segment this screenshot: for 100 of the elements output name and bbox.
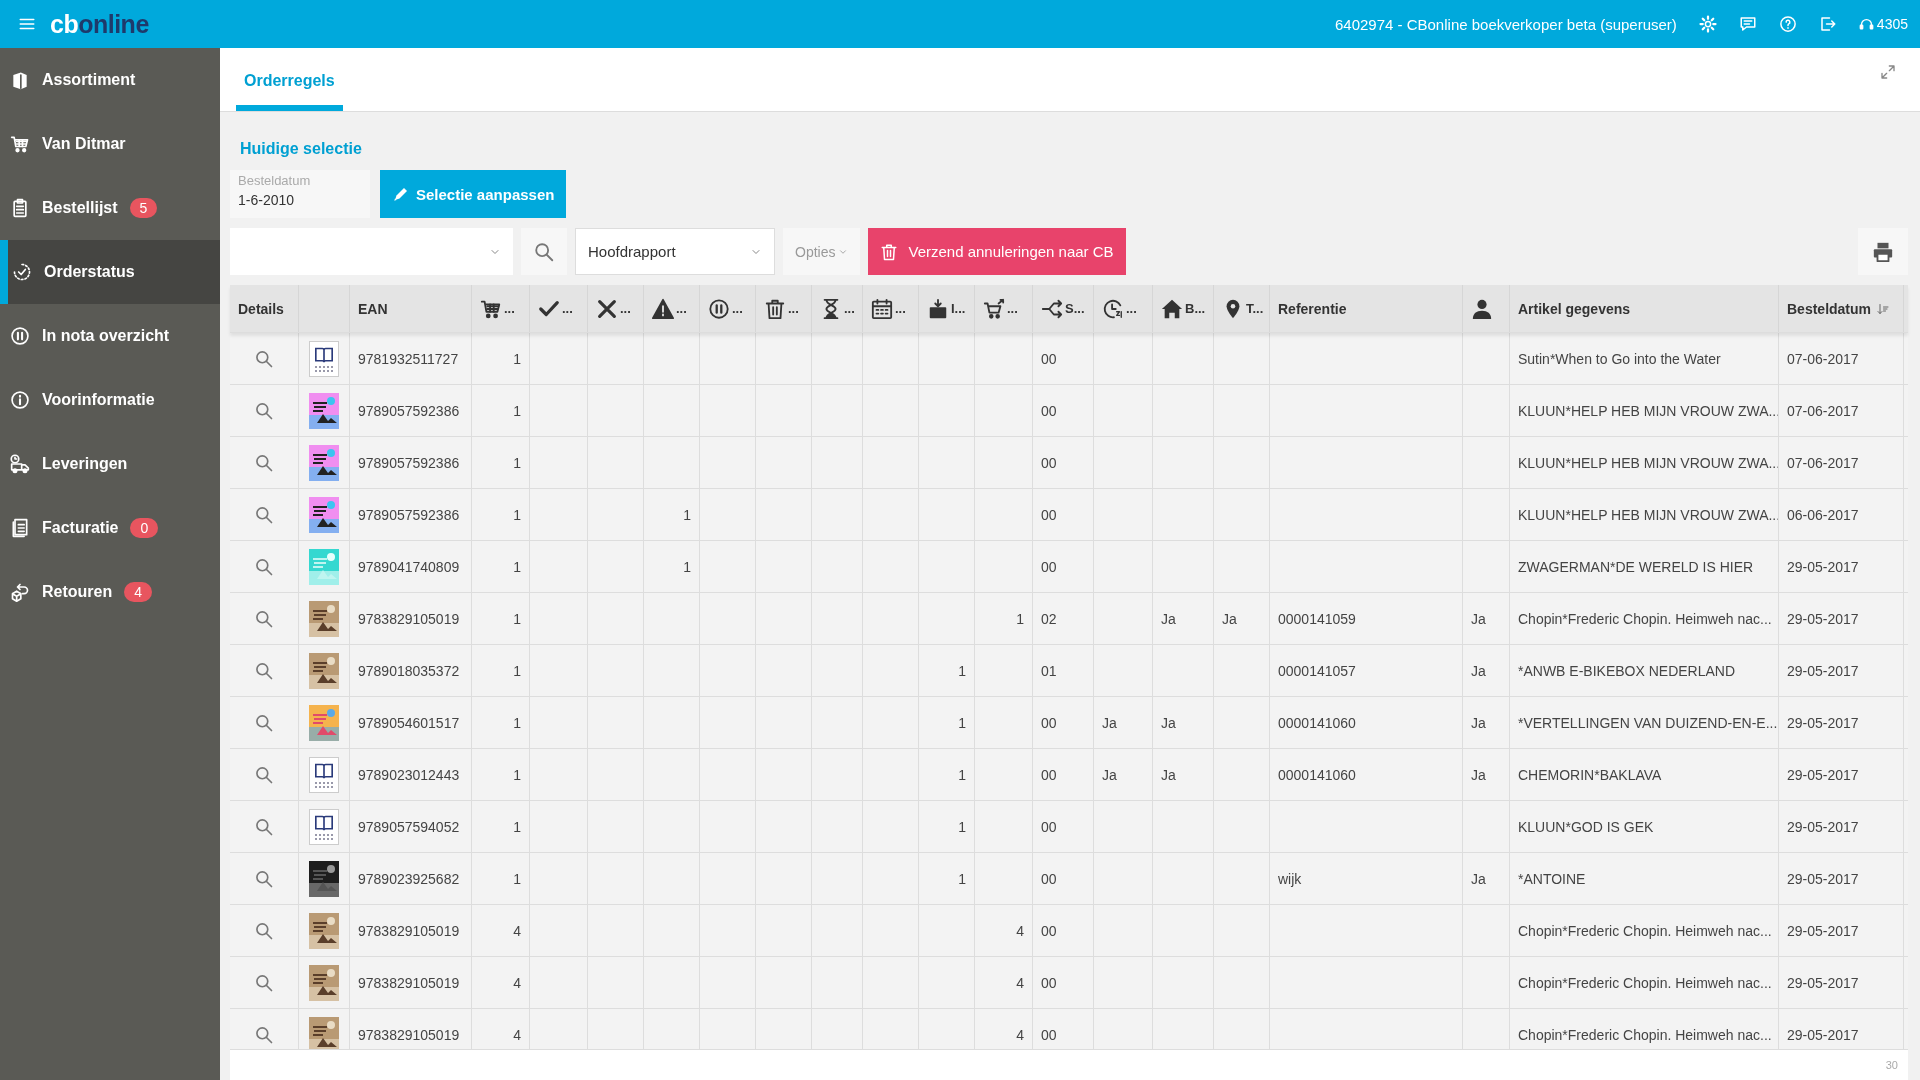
- column-header[interactable]: T...: [1246, 301, 1264, 316]
- count-badge: 4: [124, 582, 153, 602]
- table-cell: 29-05-2017: [1787, 662, 1859, 679]
- table-cell: 9789057592386: [358, 454, 460, 471]
- settings-icon[interactable]: [1698, 15, 1717, 33]
- table-cell: 01: [1041, 662, 1057, 679]
- search-icon[interactable]: [254, 556, 274, 577]
- sidebar-item[interactable]: Bestellijst 5: [0, 176, 220, 240]
- table-cell: 0000141059: [1278, 610, 1356, 627]
- report-dropdown[interactable]: Hoofdrapport: [575, 228, 775, 275]
- table-cell: 00: [1041, 922, 1057, 939]
- sidebar-item[interactable]: Van Ditmar: [0, 112, 220, 176]
- print-button[interactable]: [1858, 228, 1908, 275]
- table-cell: 1: [513, 714, 521, 731]
- table-cell: Ja: [1161, 714, 1176, 731]
- table-cell: Ja: [1222, 610, 1237, 627]
- table-cell: 00: [1041, 506, 1057, 523]
- home-icon[interactable]: [1161, 297, 1183, 320]
- sidebar-item[interactable]: Assortiment: [0, 48, 220, 112]
- search-icon[interactable]: [254, 920, 274, 941]
- column-header[interactable]: ...: [1126, 301, 1137, 316]
- chat-icon[interactable]: [1738, 15, 1757, 33]
- search-icon[interactable]: [254, 712, 274, 733]
- logout-icon[interactable]: [1818, 15, 1837, 33]
- table-cell: 1: [513, 506, 521, 523]
- column-header[interactable]: ...: [844, 301, 855, 316]
- table-cell: 00: [1041, 818, 1057, 835]
- search-icon[interactable]: [254, 1024, 274, 1045]
- table-cell: Chopin*Frederic Chopin. Heimweh nac...: [1518, 610, 1772, 627]
- clipboard-icon: [10, 198, 30, 218]
- table-cell: 9789057592386: [358, 506, 460, 523]
- search-icon[interactable]: [254, 348, 274, 369]
- table-cell: 9789057594052: [358, 818, 460, 835]
- cart-icon[interactable]: [983, 297, 1005, 320]
- table-cell: KLUUN*HELP HEB MIJN VROUW ZWA...: [1518, 454, 1778, 471]
- table-cell: 1: [513, 818, 521, 835]
- column-header[interactable]: S...: [1065, 301, 1085, 316]
- pencil-icon: [392, 185, 410, 203]
- table-cell: 9789023925682: [358, 870, 460, 887]
- column-header[interactable]: Details: [238, 300, 284, 317]
- search-icon[interactable]: [254, 452, 274, 473]
- pause-circle-icon[interactable]: [708, 297, 730, 320]
- table-cell: 9789057592386: [358, 402, 460, 419]
- send-cancellations-button[interactable]: Verzend annuleringen naar CB: [868, 228, 1126, 275]
- table-cell: Ja: [1102, 766, 1117, 783]
- warning-icon[interactable]: [652, 297, 674, 320]
- table-cell: 1: [513, 766, 521, 783]
- count-badge: 0: [130, 518, 159, 538]
- table-cell: KLUUN*HELP HEB MIJN VROUW ZWA...: [1518, 402, 1778, 419]
- cross-icon[interactable]: [596, 297, 618, 320]
- column-header[interactable]: Artikel gegevens: [1518, 300, 1631, 317]
- column-header[interactable]: Referentie: [1278, 300, 1347, 317]
- sidebar-item[interactable]: Voorinformatie: [0, 368, 220, 432]
- table-cell: 4: [513, 974, 521, 991]
- table-cell: 9783829105019: [358, 610, 460, 627]
- sidebar-item[interactable]: Leveringen: [0, 432, 220, 496]
- sidebar-item[interactable]: In nota overzicht: [0, 304, 220, 368]
- sidebar-item[interactable]: Orderstatus: [0, 240, 220, 304]
- expand-icon[interactable]: [1880, 64, 1896, 80]
- search-icon[interactable]: [254, 400, 274, 421]
- column-header[interactable]: Besteldatum: [1787, 300, 1872, 317]
- package-icon[interactable]: [927, 297, 949, 320]
- date-field[interactable]: Besteldatum 1-6-2010: [230, 170, 370, 218]
- table-cell: Ja: [1161, 610, 1176, 627]
- column-header[interactable]: ...: [1007, 301, 1018, 316]
- table-cell: 00: [1041, 350, 1057, 367]
- table-cell: Chopin*Frederic Chopin. Heimweh nac...: [1518, 922, 1772, 939]
- sort-icon[interactable]: [1877, 302, 1890, 315]
- column-header[interactable]: EAN: [358, 300, 388, 317]
- column-header[interactable]: ...: [788, 301, 799, 316]
- person-icon[interactable]: [1471, 297, 1493, 320]
- column-header[interactable]: ...: [895, 301, 906, 316]
- trash-icon[interactable]: [764, 297, 786, 320]
- search-icon[interactable]: [254, 816, 274, 837]
- split-arrows-icon[interactable]: [1041, 297, 1063, 320]
- calendar-icon[interactable]: [871, 297, 893, 320]
- sidebar-item[interactable]: Retouren 4: [0, 560, 220, 624]
- column-header[interactable]: ...: [562, 301, 573, 316]
- search-icon[interactable]: [254, 764, 274, 785]
- search-button[interactable]: [521, 228, 567, 275]
- count-badge: 5: [129, 198, 158, 218]
- search-icon[interactable]: [254, 608, 274, 629]
- table-cell: 1: [958, 870, 966, 887]
- sidebar-item[interactable]: Facturatie 0: [0, 496, 220, 560]
- table-cell: 29-05-2017: [1787, 818, 1859, 835]
- column-header[interactable]: B...: [1185, 301, 1206, 316]
- search-icon[interactable]: [254, 868, 274, 889]
- column-header[interactable]: ...: [732, 301, 743, 316]
- account-name: 6402974 - CBonline boekverkoper beta (superuser): [1334, 15, 1677, 33]
- column-header[interactable]: ...: [620, 301, 631, 316]
- help-icon[interactable]: [1778, 15, 1797, 33]
- table-cell: 4: [513, 1026, 521, 1043]
- column-header[interactable]: ...: [676, 301, 687, 316]
- search-icon[interactable]: [254, 972, 274, 993]
- clock-icon[interactable]: [1102, 297, 1124, 320]
- search-icon[interactable]: [254, 660, 274, 681]
- column-header[interactable]: ...: [504, 301, 515, 316]
- column-header[interactable]: I...: [951, 301, 966, 316]
- search-icon[interactable]: [254, 504, 274, 525]
- cart-icon: [10, 134, 30, 154]
